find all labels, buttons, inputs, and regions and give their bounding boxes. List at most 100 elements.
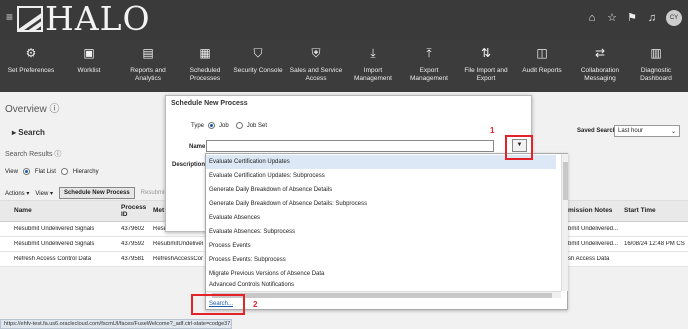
dropdown-option[interactable]: Process Events <box>206 239 556 253</box>
nav-label: Set Preferences <box>7 67 55 74</box>
arrows-updown-icon: ⇅ <box>480 46 492 60</box>
nav-security-console[interactable]: ⛉ Security Console <box>230 40 286 92</box>
resubmit-button[interactable]: Resubmit <box>141 190 166 196</box>
cell-method: ResubmitUndelivered <box>153 241 203 247</box>
download-icon: ⤓ <box>370 46 376 60</box>
nav-worklist[interactable]: ▣ Worklist <box>62 40 116 92</box>
cell-method: RefreshAccessContr <box>153 256 203 262</box>
dropdown-option[interactable]: Generate Daily Breakdown of Absence Deta… <box>206 197 556 211</box>
arrows-leftright-icon: ⇄ <box>594 46 606 60</box>
nav-label: Sales and Service Access <box>289 67 343 82</box>
nav-label: Diagnostic Dashboard <box>640 67 672 82</box>
nav-label: Worklist <box>77 67 101 74</box>
flat-list-radio[interactable] <box>22 168 30 175</box>
nav-label: Scheduled Processes <box>189 67 221 82</box>
hamburger-menu-icon[interactable]: ≡ <box>6 11 16 23</box>
flag-icon[interactable]: ⚑ <box>626 12 638 24</box>
column-header-process-id[interactable]: Process ID <box>121 204 146 218</box>
nav-label: Collaboration Messaging <box>580 67 620 82</box>
upload-icon: ⤒ <box>426 46 432 60</box>
help-icon[interactable]: ⓘ <box>54 151 61 158</box>
cell-start-time: 16/08/24 12:48 PM CS <box>624 241 685 247</box>
cell-name: Resubmit Undelivered Signals <box>14 241 95 247</box>
cell-process-id: 4379592 <box>121 241 145 247</box>
nav-diagnostic-dashboard[interactable]: ▥ Diagnostic Dashboard <box>630 40 682 92</box>
nav-audit-reports[interactable]: ◫ Audit Reports <box>514 40 570 92</box>
view-mode-group: View Flat List Hierarchy <box>5 168 99 175</box>
nav-sales-service-access[interactable]: ⛨ Sales and Service Access <box>286 40 346 92</box>
dialog-title: Schedule New Process <box>171 100 248 107</box>
clipboard-icon: ▣ <box>83 46 95 60</box>
logo-text: HALO <box>45 0 151 38</box>
top-bar: ≡ HALO ⌂ ☆ ⚑ ♫ CY <box>0 0 688 40</box>
calendar-grid-icon: ▦ <box>199 46 211 60</box>
dropdown-option[interactable]: Generate Daily Breakdown of Absence Deta… <box>206 183 556 197</box>
hierarchy-radio[interactable] <box>60 168 68 175</box>
type-job-radio[interactable] <box>208 122 216 129</box>
nav-set-preferences[interactable]: ⚙ Set Preferences <box>0 40 62 92</box>
help-icon[interactable]: ⓘ <box>49 104 59 115</box>
nav-export-management[interactable]: ⤒ Export Management <box>400 40 458 92</box>
view-menu[interactable]: View ▾ <box>35 190 53 197</box>
column-header-submission-notes[interactable]: mission Notes <box>568 207 612 214</box>
dropdown-option[interactable]: Evaluate Certification Updates <box>206 155 556 169</box>
page-title: Overview ⓘ <box>5 104 60 115</box>
column-header-name[interactable]: Name <box>14 207 32 214</box>
annotation-label-1: 1 <box>490 126 495 135</box>
notifications-bell-icon[interactable]: ♫ <box>646 12 658 24</box>
dropdown-option[interactable]: Process Events: Subprocess <box>206 253 556 267</box>
nav-label: Reports and Analytics <box>130 67 166 82</box>
avatar[interactable]: CY <box>666 10 682 26</box>
status-url-bar: https://ehfv-test.fa.us6.oraclecloud.com… <box>0 319 232 329</box>
person-gear-icon: ⚙ <box>25 46 37 60</box>
cell-name: Resubmit Undelivered Signals <box>14 226 95 232</box>
logo[interactable]: HALO <box>17 0 151 38</box>
dropdown-option[interactable]: Evaluate Absences <box>206 211 556 225</box>
cell-process-id: 4379602 <box>121 226 145 232</box>
cell-name: Refresh Access Control Data <box>14 256 92 262</box>
search-section-toggle[interactable]: ▸ Search <box>12 128 45 137</box>
favorites-star-icon[interactable]: ☆ <box>606 12 618 24</box>
view-label: View <box>5 168 18 175</box>
saved-search-label: Saved Search <box>577 128 617 134</box>
schedule-new-process-button[interactable]: Schedule New Process <box>58 187 135 199</box>
annotation-label-2: 2 <box>253 300 258 309</box>
name-dropdown-list: Evaluate Certification Updates Evaluate … <box>205 153 568 310</box>
column-header-method[interactable]: Met <box>153 207 164 214</box>
cell-notes: bmit Undelivered... <box>568 226 619 232</box>
saved-search-select[interactable]: Last hour ⌄ <box>614 125 680 137</box>
annotation-box-2 <box>191 294 245 315</box>
flat-list-label: Flat List <box>34 168 56 175</box>
scrollbar-thumb[interactable] <box>212 293 552 298</box>
column-header-start-time[interactable]: Start Time <box>624 207 656 214</box>
home-icon[interactable]: ⌂ <box>586 12 598 24</box>
nav-label: Export Management <box>410 67 448 82</box>
nav-collaboration-messaging[interactable]: ⇄ Collaboration Messaging <box>570 40 630 92</box>
table-toolbar: Actions ▾ View ▾ Schedule New Process Re… <box>5 187 166 199</box>
horizontal-scrollbar[interactable] <box>206 291 561 298</box>
dropdown-option[interactable]: Advanced Controls Notifications <box>206 280 556 291</box>
audit-icon: ◫ <box>536 46 548 60</box>
type-jobset-radio[interactable] <box>235 122 243 129</box>
dropdown-option[interactable]: Migrate Previous Versions of Absence Dat… <box>206 267 556 281</box>
scrollbar-thumb[interactable] <box>563 162 568 200</box>
cell-process-id: 4379581 <box>121 256 145 262</box>
nav-reports-analytics[interactable]: ▤ Reports and Analytics <box>116 40 180 92</box>
vertical-scrollbar[interactable] <box>561 154 568 291</box>
nav-import-management[interactable]: ⤓ Import Management <box>346 40 400 92</box>
nav-file-import-export[interactable]: ⇅ File Import and Export <box>458 40 514 92</box>
nav-label: Import Management <box>354 67 392 82</box>
nav-label: Audit Reports <box>522 67 562 74</box>
actions-menu[interactable]: Actions ▾ <box>5 190 29 197</box>
search-results-heading: Search Results ⓘ <box>5 151 62 158</box>
dashboard-icon: ▥ <box>650 46 662 60</box>
type-radio-group: Type Job Job Set <box>191 122 267 129</box>
nav-scheduled-processes[interactable]: ▦ Scheduled Processes <box>180 40 230 92</box>
dropdown-option[interactable]: Evaluate Absences: Subprocess <box>206 225 556 239</box>
chevron-down-icon: ⌄ <box>670 129 676 135</box>
dropdown-option[interactable]: Evaluate Certification Updates: Subproce… <box>206 169 556 183</box>
chart-icon: ▤ <box>142 46 154 60</box>
nav-label: File Import and Export <box>464 67 508 82</box>
name-input[interactable] <box>206 140 494 152</box>
shield-icon: ⛉ <box>253 46 263 60</box>
